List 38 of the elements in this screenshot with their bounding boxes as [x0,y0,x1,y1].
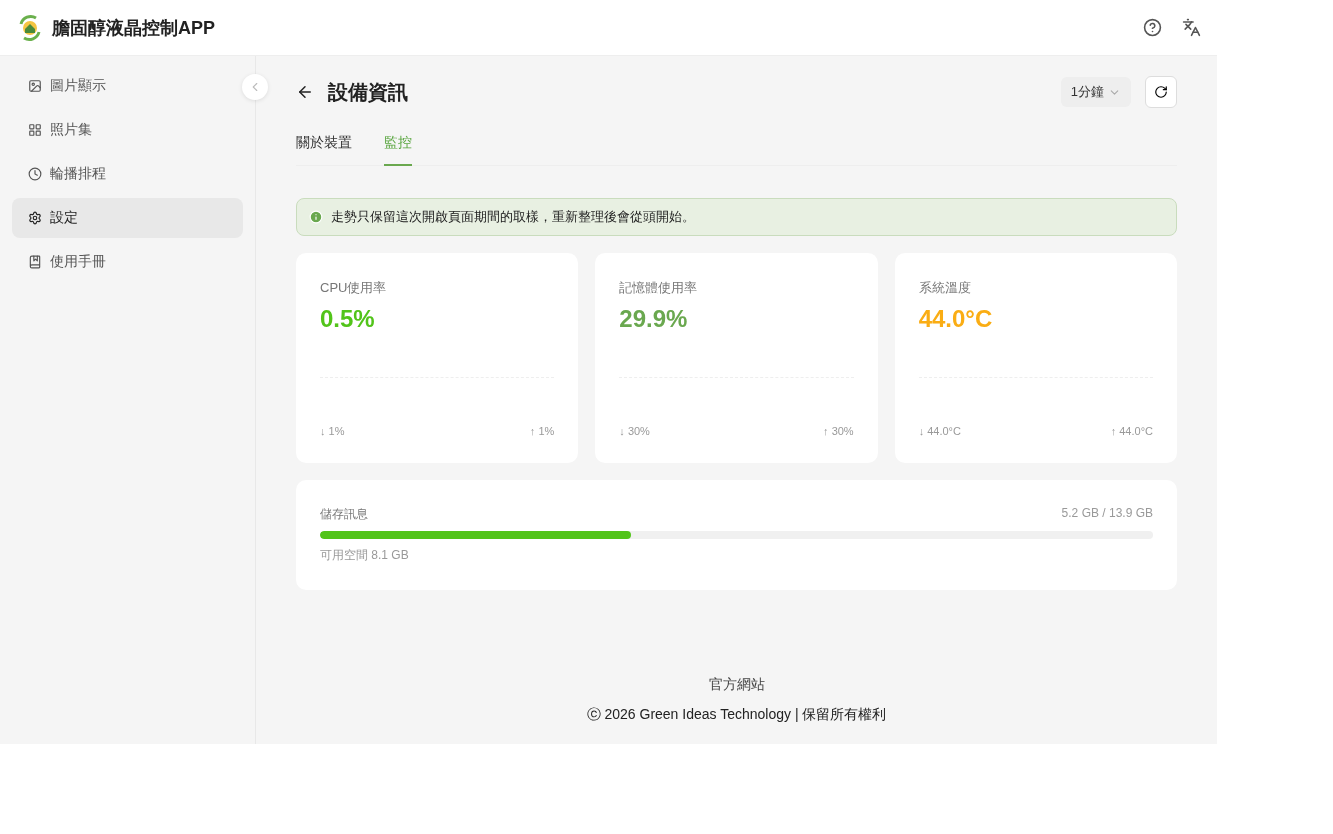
sidebar-item[interactable]: 輪播排程 [12,154,243,194]
metric-value: 0.5% [320,305,376,333]
sidebar-item[interactable]: 使用手冊 [12,242,243,282]
app-title: 膽固醇液晶控制APP [52,16,216,40]
min-value: ↓ 1% [320,425,345,437]
grid-icon [28,123,42,137]
settings-icon [28,211,42,225]
image-icon [28,79,42,93]
min-value: ↓ 30% [619,425,650,437]
interval-dropdown[interactable]: 1分鐘 [1060,77,1131,107]
metric-label: 系統溫度 [918,279,972,297]
clock-icon [28,167,42,181]
free-space: 可用空間 8.1 GB [320,547,410,564]
page-title: 設備資訊 [328,79,409,105]
storage-usage: 5.2 GB / 13.9 GB [1061,506,1153,522]
min-value: ↓ 44.0°C [918,425,961,437]
notice-text: 走勢只保留這次開啟頁面期間的取樣，重新整理後會從頭開始。 [331,208,695,226]
sidebar-item[interactable]: 圖片顯示 [12,66,243,106]
info-icon [309,210,323,224]
back-icon[interactable] [296,83,314,101]
refresh-button[interactable] [1145,76,1177,108]
metric-value: 29.9% [619,305,689,333]
sidebar-item[interactable]: 設定 [12,198,243,238]
refresh-icon [1154,85,1168,99]
copyright-text: ⓒ 2026 Green Ideas Technology | 保留所有權利 [586,706,887,724]
storage-label: 儲存訊息 [320,506,368,523]
translate-icon[interactable] [1182,18,1201,37]
max-value: ↑ 30% [823,425,854,437]
metric-label: 記憶體使用率 [619,279,699,297]
metric-value: 44.0°C [918,305,994,333]
sidebar-item[interactable]: 照片集 [12,110,243,150]
website-link[interactable]: 官方網站 [708,676,765,694]
metric-label: CPU使用率 [320,279,388,297]
tab[interactable]: 關於裝置 [296,124,352,166]
max-value: ↑ 44.0°C [1110,425,1153,437]
book-icon [28,255,42,269]
help-icon[interactable] [1143,18,1162,37]
max-value: ↑ 1% [529,425,555,437]
